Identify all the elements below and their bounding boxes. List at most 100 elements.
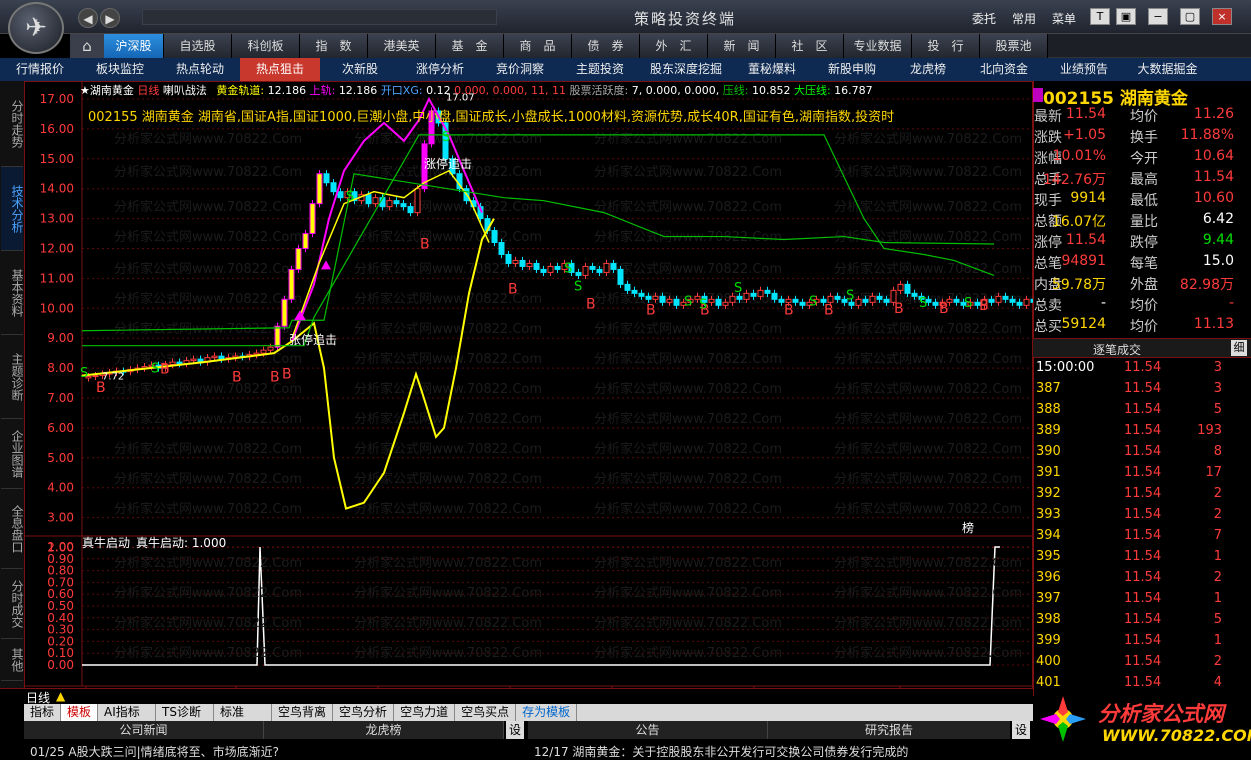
btab-save-template[interactable]: 存为模板	[516, 704, 578, 721]
btab-force[interactable]: 空鸟力道	[394, 704, 456, 721]
nav2-sector-monitor[interactable]: 板块监控	[80, 58, 160, 81]
btab-analysis[interactable]: 空鸟分析	[333, 704, 395, 721]
screen-button[interactable]: ▣	[1116, 8, 1136, 25]
nav-hushen[interactable]: 沪深股	[104, 34, 164, 58]
nav2-limit-up[interactable]: 涨停分析	[400, 58, 480, 81]
quote-row: 涨幅 10.01% 今开 10.64	[1034, 148, 1234, 169]
kline-chart[interactable]: 17.00 16.00 15.00 14.00 13.00 12.00 11.00 10.00…	[24, 81, 1033, 701]
nav2-quotes[interactable]: 行情报价	[0, 58, 80, 81]
tab-technical[interactable]: 技术分析	[1, 167, 24, 251]
watermark-text: 分析家公式网www.70822.Com	[594, 411, 782, 427]
watermark-text: 分析家公式网www.70822.Com	[354, 471, 542, 487]
trade-volume: 2	[1213, 570, 1222, 585]
nav-bond[interactable]: 债 券	[572, 34, 640, 58]
tab-diagnosis[interactable]: 主题诊断	[1, 335, 24, 419]
company-news-header[interactable]: 公司新闻	[24, 721, 264, 739]
minimize-button[interactable]: −	[1148, 8, 1168, 25]
quote-value: 10.64	[1193, 148, 1234, 164]
watermark-text: 分析家公式网www.70822.Com	[114, 615, 302, 631]
maximize-button[interactable]: ▢	[1180, 8, 1200, 25]
trades-detail-button[interactable]: 细	[1231, 340, 1247, 356]
nav-fund[interactable]: 基 金	[436, 34, 504, 58]
tab-basic[interactable]: 基本资料	[1, 251, 24, 335]
watermark-text: 分析家公式网www.70822.Com	[354, 321, 542, 337]
nav-ibank[interactable]: 投 行	[912, 34, 980, 58]
buy-signal-b: B	[586, 296, 596, 312]
nav2-secretary[interactable]: 董秘爆料	[732, 58, 812, 81]
forward-icon[interactable]: ▶	[100, 8, 120, 28]
btab-template[interactable]: 模板	[61, 704, 99, 721]
tab-other[interactable]: 其他	[1, 639, 24, 681]
nav2-bigdata[interactable]: 大数据掘金	[1124, 58, 1211, 81]
btab-standard[interactable]: 标准	[214, 704, 273, 721]
watermark-text: 分析家公式网www.70822.Com	[594, 645, 782, 661]
close-button[interactable]: ×	[1212, 8, 1232, 25]
nav-index[interactable]: 指 数	[300, 34, 368, 58]
menu-main[interactable]: 菜单	[1052, 10, 1076, 27]
candle-body	[1002, 295, 1009, 300]
tab-orderbook[interactable]: 全息盘口	[1, 489, 24, 569]
announcement-header[interactable]: 公告	[528, 721, 768, 739]
quote-value: 6.42	[1202, 211, 1234, 227]
dragon-tiger-header[interactable]: 龙虎榜	[264, 721, 504, 739]
candle-body	[897, 283, 904, 291]
candle-body	[330, 182, 337, 193]
nav2-auction[interactable]: 竞价洞察	[480, 58, 560, 81]
watermark-text: 分析家公式网www.70822.Com	[834, 645, 1022, 661]
nav-commodity[interactable]: 商 品	[504, 34, 572, 58]
nav2-earnings[interactable]: 业绩预告	[1044, 58, 1124, 81]
watermark-text: 分析家公式网www.70822.Com	[114, 199, 302, 215]
trade-time: 390	[1036, 444, 1061, 459]
tab-timeshare[interactable]: 分时走势	[1, 81, 24, 167]
menu-common[interactable]: 常用	[1012, 10, 1036, 27]
research-header[interactable]: 研究报告	[768, 721, 1010, 739]
tab-graph[interactable]: 企业图谱	[1, 419, 24, 489]
nav2-dragon-tiger[interactable]: 龙虎榜	[892, 58, 964, 81]
t-button[interactable]: T	[1090, 8, 1110, 25]
btab-buypoint[interactable]: 空鸟买点	[455, 704, 517, 721]
menu-entrust[interactable]: 委托	[972, 10, 996, 27]
news-item[interactable]: 01/25 A股大跌三问|情绪底将至、市场底渐近?	[30, 743, 510, 759]
nav-news[interactable]: 新 闻	[708, 34, 776, 58]
btab-divergence[interactable]: 空鸟背离	[272, 704, 334, 721]
candle-body	[211, 355, 218, 359]
research-settings-button[interactable]: 设	[1012, 721, 1030, 739]
watermark-text: 分析家公式网www.70822.Com	[834, 164, 1022, 180]
nav2-hot-snipe[interactable]: 热点狙击	[240, 58, 320, 81]
nav2-theme[interactable]: 主题投资	[560, 58, 640, 81]
nav-community[interactable]: 社 区	[776, 34, 844, 58]
nav-star-market[interactable]: 科创板	[232, 34, 300, 58]
trade-time: 387	[1036, 381, 1061, 396]
btab-ts[interactable]: TS诊断	[156, 704, 215, 721]
btab-indicator[interactable]: 指标	[24, 704, 62, 721]
announcement-item[interactable]: 12/17 湖南黄金：关于控股股东非公开发行可交换公司债券发行完成的	[534, 743, 1024, 759]
nav-forex[interactable]: 外 汇	[640, 34, 708, 58]
watermark-text: 分析家公式网www.70822.Com	[114, 229, 302, 245]
quote-row: 内盘 59.78万 外盘 82.98万	[1034, 274, 1234, 295]
nav-watchlist[interactable]: 自选股	[164, 34, 232, 58]
trade-price: 11.54	[1124, 444, 1162, 459]
candle-body	[659, 295, 666, 303]
indicator-line: ★湖南黄金 日线 喇叭战法 黄金轨道: 12.186 上轨: 12.186 开口…	[80, 82, 1030, 96]
nav2-shareholder[interactable]: 股东深度挖掘	[640, 58, 732, 81]
trade-row: 400 11.54 2	[1034, 654, 1222, 675]
nav2-ipo[interactable]: 新股申购	[812, 58, 892, 81]
watermark-text: 分析家公式网www.70822.Com	[114, 501, 302, 517]
tab-ticks[interactable]: 分时成交	[1, 569, 24, 639]
nav2-northbound[interactable]: 北向资金	[964, 58, 1044, 81]
candle-body	[757, 289, 764, 297]
address-bar[interactable]	[142, 9, 497, 25]
nav-hk-us[interactable]: 港美英	[368, 34, 436, 58]
period-triangle-icon[interactable]: ▲	[56, 689, 65, 703]
news-settings-button[interactable]: 设	[506, 721, 524, 739]
nav2-new-stocks[interactable]: 次新股	[320, 58, 400, 81]
nav2-hot-rotation[interactable]: 热点轮动	[160, 58, 240, 81]
back-icon[interactable]: ◀	[78, 8, 98, 28]
nav-pro-data[interactable]: 专业数据	[844, 34, 912, 58]
watermark-text: 分析家公式网www.70822.Com	[834, 615, 1022, 631]
y-tick-label: 6.00	[47, 421, 74, 435]
btab-ai[interactable]: AI指标	[98, 704, 157, 721]
nav-stock-pool[interactable]: 股票池	[980, 34, 1048, 58]
home-icon[interactable]: ⌂	[70, 34, 104, 58]
quote-label: 跌停	[1130, 235, 1158, 251]
